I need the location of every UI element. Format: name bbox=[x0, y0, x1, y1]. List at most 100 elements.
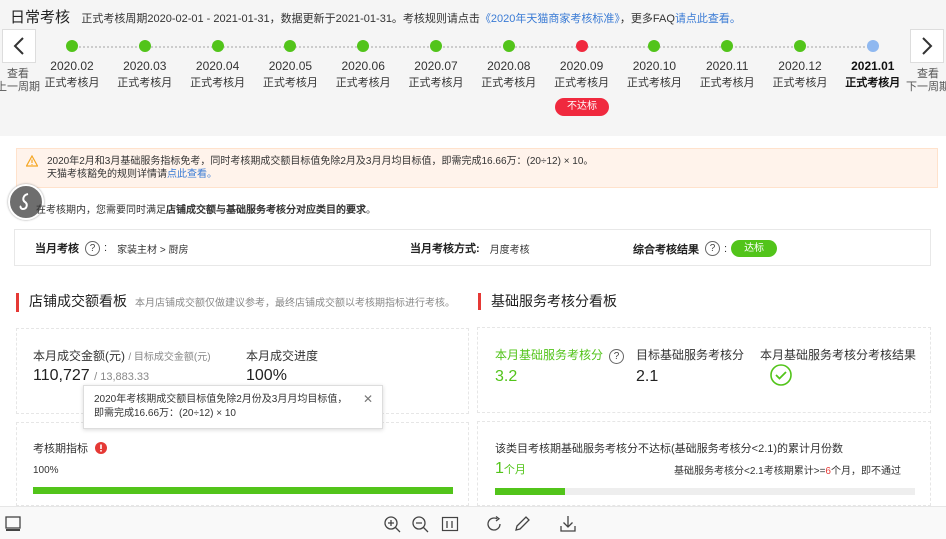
annotate-button[interactable] bbox=[512, 514, 532, 534]
notice-line2: 天猫考核豁免的规则详情请点此查看。 bbox=[47, 169, 217, 180]
faq-link[interactable]: 请点此查看。 bbox=[675, 13, 741, 25]
status-dot bbox=[575, 40, 588, 52]
score-label: 本月基础服务考核分? bbox=[495, 346, 628, 364]
faq-text: ，更多FAQ bbox=[619, 13, 675, 25]
month-date: 2020.09 bbox=[559, 59, 604, 73]
target-score-label: 目标基础服务考核分 bbox=[636, 348, 745, 362]
month-date: 2020.07 bbox=[414, 59, 458, 73]
month-date: 2020.10 bbox=[632, 59, 677, 73]
timeline-month[interactable]: 2020.03 正式考核月 bbox=[105, 40, 185, 90]
period-progress-fill bbox=[33, 487, 453, 494]
month-date: 2020.02 bbox=[50, 59, 94, 73]
amount-value: 110,727 / 13,883.33 bbox=[33, 367, 150, 384]
overall-result: 综合考核结果 ?: 达标 bbox=[633, 240, 778, 257]
timeline-month[interactable]: 2020.07 正式考核月 bbox=[396, 40, 476, 90]
help-icon[interactable]: ? bbox=[705, 241, 720, 256]
exemption-detail-link[interactable]: 点此查看。 bbox=[167, 169, 217, 180]
alert-icon[interactable] bbox=[95, 442, 108, 454]
progress-label: 本月成交进度 bbox=[246, 349, 319, 363]
fail-months-desc: 该类目考核期基础服务考核分不达标(基础服务考核分<2.1)的累计月份数 bbox=[495, 443, 844, 455]
month-type: 正式考核月 bbox=[845, 77, 901, 89]
month-type: 正式考核月 bbox=[481, 77, 537, 89]
category-value: 家装主材 > 厨房 bbox=[117, 244, 189, 256]
month-type: 正式考核月 bbox=[117, 77, 173, 89]
month-type: 正式考核月 bbox=[190, 77, 246, 89]
actual-size-icon bbox=[441, 516, 459, 532]
download-button[interactable] bbox=[558, 514, 578, 534]
status-dot bbox=[721, 40, 734, 52]
prev-period-button[interactable] bbox=[2, 29, 36, 63]
score-value: 3.2 bbox=[495, 368, 518, 385]
zoom-out-icon bbox=[412, 516, 429, 533]
fail-months-bar bbox=[495, 488, 915, 495]
month-type: 正式考核月 bbox=[335, 77, 391, 89]
fail-months-count: 1个月 bbox=[495, 460, 526, 477]
timeline-month[interactable]: 2020.11 正式考核月 bbox=[687, 40, 767, 90]
period-label: 考核期指标 bbox=[33, 440, 108, 456]
target-tooltip: 2020年考核期成交额目标值免除2月份及3月月均目标值， 即需完成16.66万：… bbox=[83, 385, 383, 429]
timeline-month[interactable]: 2020.06 正式考核月 bbox=[323, 40, 403, 90]
month-type: 正式考核月 bbox=[408, 77, 464, 89]
month-date: 2020.12 bbox=[778, 59, 822, 73]
chevron-left-icon bbox=[13, 37, 24, 55]
score-result-label: 本月基础服务考核分考核结果 bbox=[760, 348, 917, 362]
download-icon bbox=[560, 516, 576, 532]
month-type: 正式考核月 bbox=[772, 77, 828, 89]
requirement-text: 在考核期内，您需要同时满足店铺成交额与基础服务考核分对应类目的要求。 bbox=[36, 205, 376, 216]
rotate-button[interactable] bbox=[484, 514, 504, 534]
status-dot bbox=[430, 40, 442, 52]
chevron-right-icon bbox=[922, 37, 933, 55]
status-dot bbox=[211, 40, 224, 52]
timeline-month[interactable]: 2020.09 正式考核月 bbox=[542, 40, 622, 90]
help-icon[interactable]: ? bbox=[85, 240, 100, 256]
timeline-month[interactable]: 2020.04 正式考核月 bbox=[178, 40, 258, 90]
timeline-month[interactable]: 2020.02 正式考核月 bbox=[32, 40, 112, 90]
status-dot bbox=[357, 40, 370, 52]
month-assessment: 当月考核 ?: 家装主材 > 厨房 bbox=[35, 240, 189, 256]
hook-icon bbox=[19, 193, 29, 211]
period-card: 考核期指标 100% bbox=[16, 422, 469, 506]
month-type: 正式考核月 bbox=[262, 77, 318, 89]
status-dot bbox=[866, 40, 879, 52]
timeline-month[interactable]: 2020.10 正式考核月 bbox=[614, 40, 694, 90]
help-icon[interactable]: ? bbox=[609, 349, 625, 364]
rotate-icon bbox=[487, 515, 501, 531]
month-type: 正式考核月 bbox=[699, 77, 755, 89]
status-dot bbox=[66, 40, 78, 52]
rule-link[interactable]: 《2020年天猫商家考核标准》 bbox=[480, 13, 620, 25]
month-date: 2020.03 bbox=[123, 59, 167, 73]
notice-line1: 2020年2月和3月基础服务指标免考，同时考核期成交额目标值免除2月及3月月均目… bbox=[47, 156, 594, 167]
amount-label: 本月成交金额(元) / 目标成交金额(元) bbox=[33, 349, 211, 363]
panel-toggle-button[interactable] bbox=[3, 514, 23, 534]
header: 日常考核 正式考核周期2020-02-01 - 2021-01-31，数据更新于… bbox=[10, 6, 741, 27]
warning-icon bbox=[26, 155, 38, 167]
timeline-month[interactable]: 2020.12 正式考核月 bbox=[760, 40, 840, 90]
assessment-mode: 当月考核方式: 月度考核 bbox=[410, 240, 530, 256]
close-icon[interactable]: ✕ bbox=[363, 392, 373, 406]
fail-badge: 不达标 bbox=[555, 98, 609, 116]
status-dot bbox=[284, 40, 297, 52]
timeline-month[interactable]: 2020.08 正式考核月 bbox=[469, 40, 549, 90]
status-dot bbox=[502, 40, 515, 52]
panel-icon bbox=[5, 516, 21, 531]
mode-value: 月度考核 bbox=[489, 244, 530, 256]
status-dot bbox=[648, 40, 661, 52]
month-type: 正式考核月 bbox=[44, 77, 100, 89]
month-date: 2020.04 bbox=[195, 59, 240, 73]
service-board-title: 基础服务考核分看板 bbox=[478, 293, 617, 310]
status-dot bbox=[794, 40, 806, 52]
month-date: 2020.08 bbox=[487, 59, 531, 73]
next-period-button[interactable] bbox=[910, 29, 944, 63]
timeline-panel: 日常考核 正式考核周期2020-02-01 - 2021-01-31，数据更新于… bbox=[0, 0, 946, 136]
actual-size-button[interactable] bbox=[440, 514, 460, 534]
month-date: 2020.11 bbox=[705, 59, 749, 73]
timeline-month[interactable]: 2021.01 正式考核月 bbox=[833, 40, 913, 90]
assessment-info-bar: 当月考核 ?: 家装主材 > 厨房 当月考核方式: 月度考核 综合考核结果 ?:… bbox=[14, 229, 931, 266]
check-circle-icon bbox=[770, 364, 792, 386]
period-progress-bar bbox=[33, 487, 453, 494]
fail-rule-text: 基础服务考核分<2.1考核期累计>=6个月，即不通过 bbox=[674, 466, 901, 477]
timeline-month[interactable]: 2020.05 正式考核月 bbox=[250, 40, 330, 90]
month-date: 2020.06 bbox=[341, 59, 385, 73]
zoom-in-button[interactable] bbox=[382, 514, 402, 534]
zoom-out-button[interactable] bbox=[410, 514, 430, 534]
